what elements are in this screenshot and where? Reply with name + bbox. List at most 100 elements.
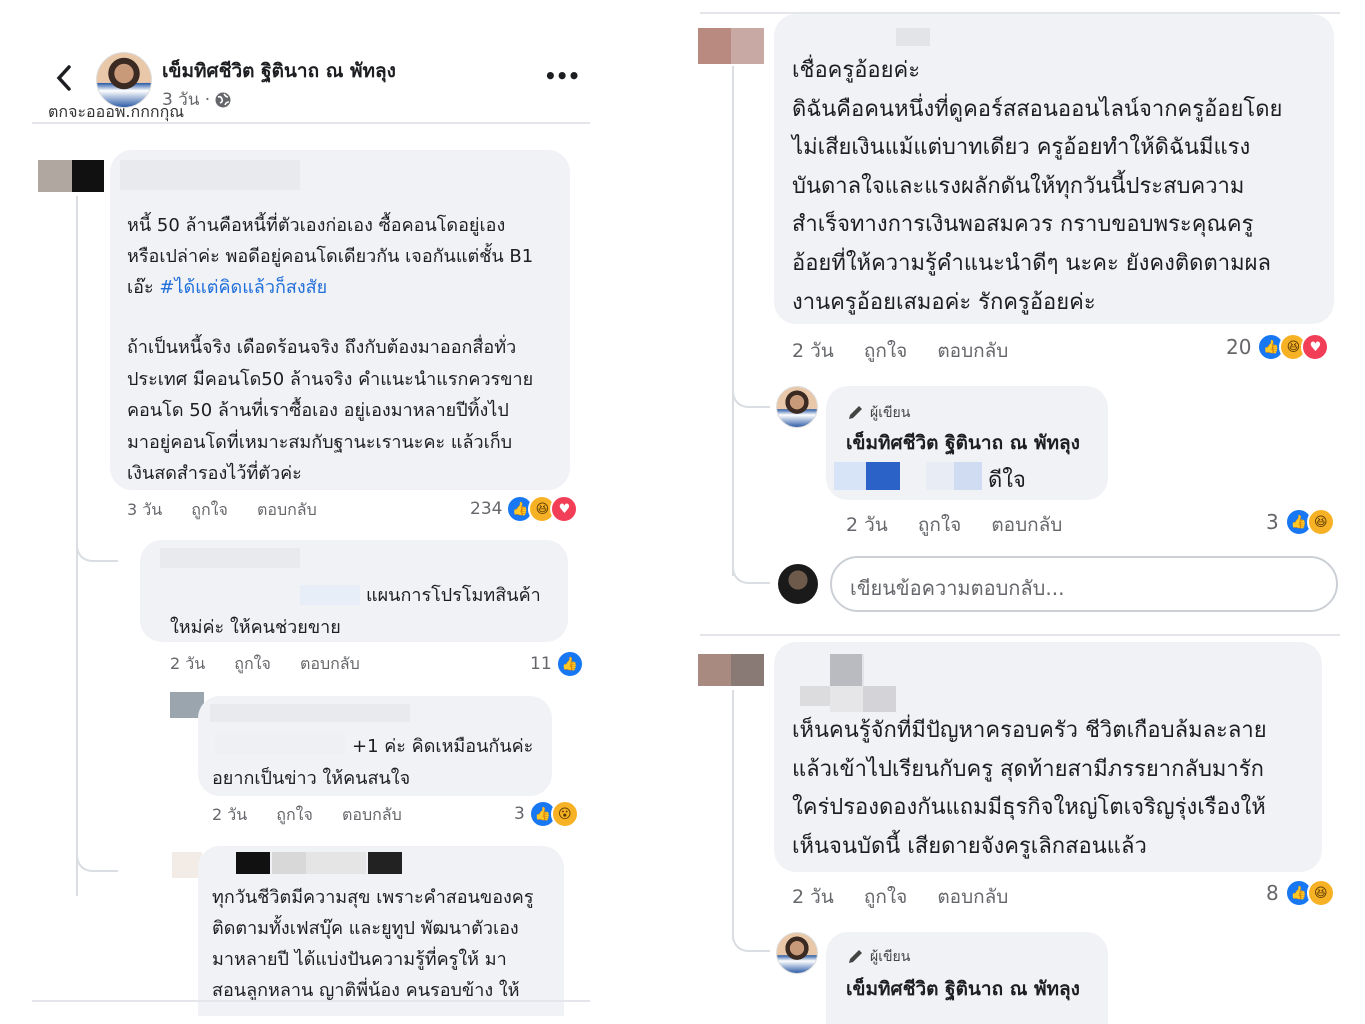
current-user-avatar — [778, 564, 818, 604]
r-comment2-text: เห็นคนรู้จักที่มีปัญหาครอบครัว ชีวิตเกือ… — [792, 718, 1267, 859]
comment2-reactions[interactable]: 11 👍 — [530, 650, 584, 678]
author-avatar[interactable] — [96, 52, 152, 108]
r-comment2-name-pixelated-3 — [800, 686, 830, 706]
r-comment1-avatar-pixelated — [698, 28, 764, 64]
like-reaction-icon: 👍 — [555, 650, 584, 678]
cut-off-text: ตกจะอออพ.กกกกุณ — [48, 108, 185, 121]
r-reply2-avatar[interactable] — [776, 932, 818, 974]
reply-input-placeholder-text: เขียนข้อความตอบกลับ... — [850, 576, 1065, 600]
comment4-name-pixelated-1 — [236, 852, 270, 874]
comment2-text-line1: แผนการโปรโมทสินค้า — [366, 585, 541, 606]
r-reply1-reactions[interactable]: 3 👍 😆 — [1266, 508, 1335, 536]
r-reply1-mention-pixelated-2 — [926, 462, 982, 490]
comment3-reactions[interactable]: 3 👍 😮 — [514, 800, 579, 828]
comment1-text: หนี้ 50 ล้านคือหนี้ที่ตัวเองก่อเอง ซื้อค… — [127, 210, 567, 303]
comment2-meta: 2 วัน ถูกใจ ตอบกลับ — [170, 652, 384, 677]
left-panel: เข็มทิศชีวิต ฐิตินาถ ณ พัทลุง 3 วัน · ••… — [0, 0, 600, 1024]
r-comment1-text: เชื่อครูอ้อยค่ะ ดิฉันคือคนหนึ่งที่ดูคอร์… — [792, 58, 1283, 315]
r-comment1-reaction-count: 20 — [1226, 335, 1252, 359]
comment3-text-line2: อยากเป็นข่าว ให้คนสนใจ — [212, 768, 411, 789]
r-thread-line — [732, 66, 734, 576]
r-comment2-like-button[interactable]: ถูกใจ — [864, 886, 907, 908]
r-comment2-reactions[interactable]: 8 👍 😆 — [1266, 879, 1335, 907]
r-reply1-reaction-count: 3 — [1266, 510, 1279, 534]
comment1-name-pixelated — [120, 160, 300, 190]
comment1-reaction-count: 234 — [470, 499, 503, 519]
comment3-reaction-count: 3 — [514, 804, 525, 824]
author-name[interactable]: เข็มทิศชีวิต ฐิตินาถ ณ พัทลุง — [162, 56, 396, 86]
comment4-name-pixelated-4 — [368, 852, 402, 874]
love-reaction-icon: ♥ — [1301, 333, 1330, 361]
r-comment2-reply-button[interactable]: ตอบกลับ — [937, 886, 1008, 908]
author-badge-label: ผู้เขียน — [870, 405, 911, 421]
love-reaction-icon: ♥ — [550, 495, 579, 523]
comment2-time[interactable]: 2 วัน — [170, 654, 205, 673]
r-reply1-time[interactable]: 2 วัน — [846, 514, 888, 536]
haha-reaction-icon: 😆 — [1306, 508, 1335, 536]
r-comment2-time[interactable]: 2 วัน — [792, 886, 834, 908]
r-comment1-name-pixelated — [896, 28, 930, 46]
comment1-hashtag[interactable]: #ได้แต่คิดแล้วก็สงสัย — [159, 277, 327, 298]
comment2-reaction-count: 11 — [530, 654, 552, 674]
globe-icon — [215, 92, 231, 107]
r-comment1-meta: 2 วัน ถูกใจ ตอบกลับ — [792, 336, 1032, 366]
r-reply1-meta: 2 วัน ถูกใจ ตอบกลับ — [846, 510, 1086, 540]
r-reply1-author-name[interactable]: เข็มทิศชีวิต ฐิตินาถ ณ พัทลุง — [846, 428, 1080, 458]
comment1-like-button[interactable]: ถูกใจ — [191, 500, 228, 519]
r-thread-line-2 — [732, 690, 734, 940]
header-divider — [32, 122, 590, 124]
comment1-text-2: ถ้าเป็นหนี้จริง เดือดร้อนจริง ถึงกับต้อง… — [127, 337, 534, 484]
comment3-name-pixelated-2 — [215, 732, 345, 754]
pencil-icon — [849, 406, 862, 419]
right-panel: เชื่อครูอ้อยค่ะ ดิฉันคือคนหนึ่งที่ดูคอร์… — [690, 0, 1365, 1024]
r-reply1-avatar[interactable] — [776, 386, 818, 428]
r-reply1-text: ดีใจ — [988, 468, 1026, 493]
comment4-name-pixelated-3 — [306, 852, 366, 874]
mid-divider — [700, 634, 1340, 636]
r-comment1-reply-button[interactable]: ตอบกลับ — [937, 340, 1008, 362]
comment1-reactions[interactable]: 234 👍 😆 ♥ — [470, 495, 579, 523]
comment1-reply-button[interactable]: ตอบกลับ — [257, 500, 317, 519]
r-comment1-reactions[interactable]: 20 👍 😆 ♥ — [1226, 333, 1330, 361]
comment4-text: ทุกวันชีวิตมีความสุข เพราะคำสอนของครู ติ… — [212, 887, 534, 1001]
r-reply1-like-button[interactable]: ถูกใจ — [918, 514, 961, 536]
comment2-like-button[interactable]: ถูกใจ — [234, 654, 271, 673]
comment3-reply-button[interactable]: ตอบกลับ — [342, 805, 402, 824]
comment3-time[interactable]: 2 วัน — [212, 805, 247, 824]
comment4-curve — [76, 840, 118, 872]
r-comment1-time[interactable]: 2 วัน — [792, 340, 834, 362]
chevron-left-icon — [56, 65, 71, 91]
comment1-avatar-pixelated-2 — [72, 160, 104, 192]
r-reply2-badge: ผู้เขียน — [846, 946, 910, 968]
r-comment2-name-pixelated-4 — [830, 654, 862, 686]
r-comment2-name-pixelated-2 — [830, 686, 896, 712]
wow-reaction-icon: 😮 — [550, 800, 579, 828]
comment4-name-pixelated-2 — [272, 852, 306, 874]
reply-input[interactable]: เขียนข้อความตอบกลับ... — [830, 556, 1338, 612]
back-button[interactable] — [52, 62, 76, 94]
r-reply1-badge: ผู้เขียน — [846, 402, 910, 424]
more-options-button[interactable]: ••• — [544, 64, 580, 88]
author-badge-label: ผู้เขียน — [870, 949, 911, 965]
comment3-text-line1: +1 ค่ะ คิดเหมือนกันค่ะ — [352, 736, 534, 757]
pencil-icon — [849, 950, 862, 963]
comment2-text-line2: ใหม่ค่ะ ให้คนช่วยขาย — [170, 617, 341, 638]
r-reply1-curve — [732, 370, 770, 408]
comment2-curve — [76, 530, 118, 562]
r-comment2-reaction-count: 8 — [1266, 881, 1279, 905]
comment1-time[interactable]: 3 วัน — [127, 500, 162, 519]
r-reply2-author-name[interactable]: เข็มทิศชีวิต ฐิตินาถ ณ พัทลุง — [846, 974, 1080, 1004]
haha-reaction-icon: 😆 — [1306, 879, 1335, 907]
r-comment1-like-button[interactable]: ถูกใจ — [864, 340, 907, 362]
comment3-meta: 2 วัน ถูกใจ ตอบกลับ — [212, 803, 426, 828]
r-reply2-curve — [732, 920, 770, 952]
comment2-name-pixelated-2 — [300, 585, 360, 605]
r-reply1-reply-button[interactable]: ตอบกลับ — [991, 514, 1062, 536]
comment3-like-button[interactable]: ถูกใจ — [276, 805, 313, 824]
left-bottom-divider — [32, 1000, 590, 1002]
comment1-avatar-pixelated — [38, 160, 72, 192]
comment3-name-pixelated — [210, 704, 410, 722]
r-comment2-avatar-pixelated — [698, 654, 764, 686]
comment2-reply-button[interactable]: ตอบกลับ — [300, 654, 360, 673]
comment1-meta: 3 วัน ถูกใจ ตอบกลับ — [127, 498, 341, 523]
